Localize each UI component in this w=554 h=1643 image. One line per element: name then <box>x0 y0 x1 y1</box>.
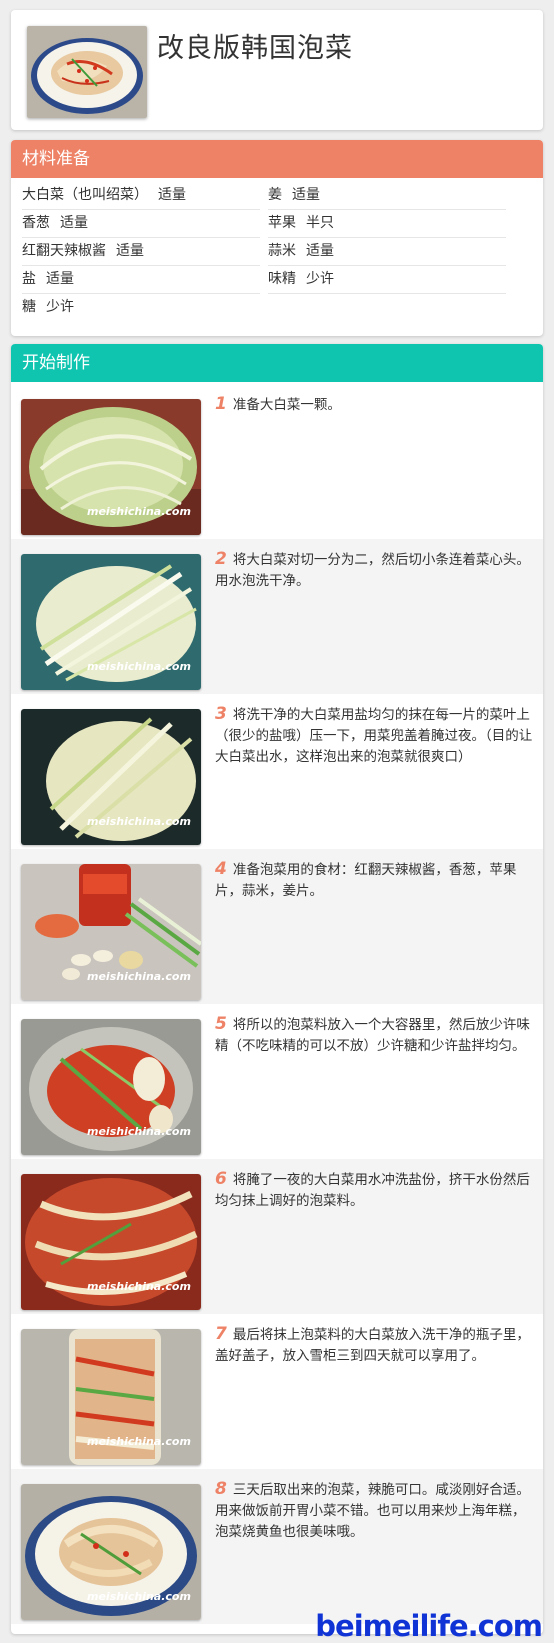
ingredient-amount: 适量 <box>46 271 74 287</box>
step-number: 6 <box>215 1169 227 1189</box>
ingredient-name: 糖 <box>22 299 36 315</box>
watermark-text: meishichina.com <box>87 1590 191 1603</box>
ingredient-name: 红翻天辣椒酱 <box>22 243 106 259</box>
step-number: 4 <box>215 859 227 879</box>
watermark-text: meishichina.com <box>87 1435 191 1448</box>
ingredient-amount: 适量 <box>60 215 88 231</box>
step-description: 三天后取出来的泡菜，辣脆可口。咸淡刚好合适。用来做饭前开胃小菜不错。也可以用来炒… <box>215 1482 530 1540</box>
ingredient-amount: 半只 <box>306 215 334 231</box>
ingredient-amount: 适量 <box>306 243 334 259</box>
recipe-title: 改良版韩国泡菜 <box>157 33 353 64</box>
step-number: 3 <box>215 704 227 724</box>
ingredient-name: 大白菜（也叫绍菜） <box>22 187 148 203</box>
ingredient-item: 盐适量 <box>22 265 260 294</box>
recipe-thumbnail[interactable] <box>27 26 147 118</box>
ingredient-name: 蒜米 <box>268 243 296 259</box>
steps-heading: 开始制作 <box>11 344 543 382</box>
watermark-text: meishichina.com <box>87 1125 191 1138</box>
step-number: 8 <box>215 1479 227 1499</box>
watermark-text: meishichina.com <box>87 1280 191 1293</box>
watermark-text: meishichina.com <box>87 970 191 983</box>
step-description: 将腌了一夜的大白菜用水冲洗盐份，挤干水份然后均匀抹上调好的泡菜料。 <box>215 1172 530 1209</box>
ingredient-item: 糖少许 <box>22 293 260 321</box>
ingredient-name: 苹果 <box>268 215 296 231</box>
step-description: 将大白菜对切一分为二，然后切小条连着菜心头。用水泡洗干净。 <box>215 552 530 589</box>
step-description: 将洗干净的大白菜用盐均匀的抹在每一片的菜叶上（很少的盐哦）压一下，用菜兜盖着腌过… <box>215 707 533 765</box>
watermark-text: meishichina.com <box>87 815 191 828</box>
step-number: 5 <box>215 1014 227 1034</box>
ingredient-name: 姜 <box>268 187 282 203</box>
step-photo[interactable]: meishichina.com <box>21 864 201 1000</box>
ingredient-name: 味精 <box>268 271 296 287</box>
step-text: 4 准备泡菜用的食材：红翻天辣椒酱，香葱，苹果片，蒜米，姜片。 <box>215 859 537 902</box>
step-description: 准备大白菜一颗。 <box>232 397 341 413</box>
ingredient-amount: 适量 <box>116 243 144 259</box>
ingredient-item: 味精 少许 <box>268 265 506 294</box>
step-description: 将所以的泡菜料放入一个大容器里，然后放少许味精（不吃味精的可以不放）少许糖和少许… <box>215 1017 530 1054</box>
step-number: 1 <box>215 394 227 414</box>
step-item: meishichina.com 5 将所以的泡菜料放入一个大容器里，然后放少许味精… <box>11 1004 543 1159</box>
step-text: 3 将洗干净的大白菜用盐均匀的抹在每一片的菜叶上（很少的盐哦）压一下，用菜兜盖着腌… <box>215 704 537 768</box>
step-item: meishichina.com 8 三天后取出来的泡菜，辣脆可口。咸淡刚好合适。用… <box>11 1469 543 1624</box>
step-description: 准备泡菜用的食材：红翻天辣椒酱，香葱，苹果片，蒜米，姜片。 <box>215 862 517 899</box>
site-watermark: beimeilife.com <box>315 1609 543 1643</box>
steps-section: 开始制作 meishichina.com 1 准备大白菜一颗。 meishich… <box>11 344 543 1634</box>
step-description: 最后将抹上泡菜料的大白菜放入洗干净的瓶子里，盖好盖子，放入雪柜三到四天就可以享用… <box>215 1327 530 1364</box>
ingredient-item: 红翻天辣椒酱 适量 <box>22 237 260 266</box>
step-photo[interactable]: meishichina.com <box>21 1484 201 1620</box>
watermark-text: meishichina.com <box>87 660 191 673</box>
step-text: 5 将所以的泡菜料放入一个大容器里，然后放少许味精（不吃味精的可以不放）少许糖和少… <box>215 1014 537 1057</box>
ingredient-name: 香葱 <box>22 215 50 231</box>
step-text: 8 三天后取出来的泡菜，辣脆可口。咸淡刚好合适。用来做饭前开胃小菜不错。也可以用来… <box>215 1479 537 1543</box>
step-item: meishichina.com 6 将腌了一夜的大白菜用水冲洗盐份，挤干水份然后均… <box>11 1159 543 1314</box>
ingredient-name: 盐 <box>22 271 36 287</box>
step-photo[interactable]: meishichina.com <box>21 709 201 845</box>
watermark-text: meishichina.com <box>87 505 191 518</box>
step-photo[interactable]: meishichina.com <box>21 1174 201 1310</box>
ingredient-amount: 适量 <box>158 187 186 203</box>
step-item: meishichina.com 3 将洗干净的大白菜用盐均匀的抹在每一片的菜叶上（… <box>11 694 543 849</box>
ingredient-item: 蒜米 适量 <box>268 237 506 266</box>
step-text: 2 将大白菜对切一分为二，然后切小条连着菜心头。用水泡洗干净。 <box>215 549 537 592</box>
step-photo[interactable]: meishichina.com <box>21 1329 201 1465</box>
recipe-header: 改良版韩国泡菜 <box>11 10 543 130</box>
step-photo[interactable]: meishichina.com <box>21 399 201 535</box>
step-photo[interactable]: meishichina.com <box>21 1019 201 1155</box>
step-item: meishichina.com 4 准备泡菜用的食材：红翻天辣椒酱，香葱，苹果片，… <box>11 849 543 1004</box>
step-item: meishichina.com 7 最后将抹上泡菜料的大白菜放入洗干净的瓶子里，盖… <box>11 1314 543 1469</box>
step-text: 6 将腌了一夜的大白菜用水冲洗盐份，挤干水份然后均匀抹上调好的泡菜料。 <box>215 1169 537 1212</box>
ingredient-amount: 少许 <box>46 299 74 315</box>
ingredient-item: 姜适量 <box>268 181 506 210</box>
step-number: 2 <box>215 549 227 569</box>
ingredient-amount: 适量 <box>292 187 320 203</box>
step-item: meishichina.com 1 准备大白菜一颗。 <box>11 384 543 539</box>
step-photo[interactable]: meishichina.com <box>21 554 201 690</box>
step-number: 7 <box>215 1324 227 1344</box>
ingredient-item: 大白菜（也叫绍菜） 适量 <box>22 181 260 210</box>
ingredients-section: 材料准备 大白菜（也叫绍菜） 适量 姜适量 香葱 适量 苹果 半只 红翻天辣椒酱 适量 … <box>11 140 543 336</box>
ingredient-item: 香葱 适量 <box>22 209 260 238</box>
ingredient-item: 苹果 半只 <box>268 209 506 238</box>
ingredient-amount: 少许 <box>306 271 334 287</box>
step-text: 7 最后将抹上泡菜料的大白菜放入洗干净的瓶子里，盖好盖子，放入雪柜三到四天就可以享… <box>215 1324 537 1367</box>
ingredients-heading: 材料准备 <box>11 140 543 178</box>
step-text: 1 准备大白菜一颗。 <box>215 394 537 416</box>
step-item: meishichina.com 2 将大白菜对切一分为二，然后切小条连着菜心头。用… <box>11 539 543 694</box>
